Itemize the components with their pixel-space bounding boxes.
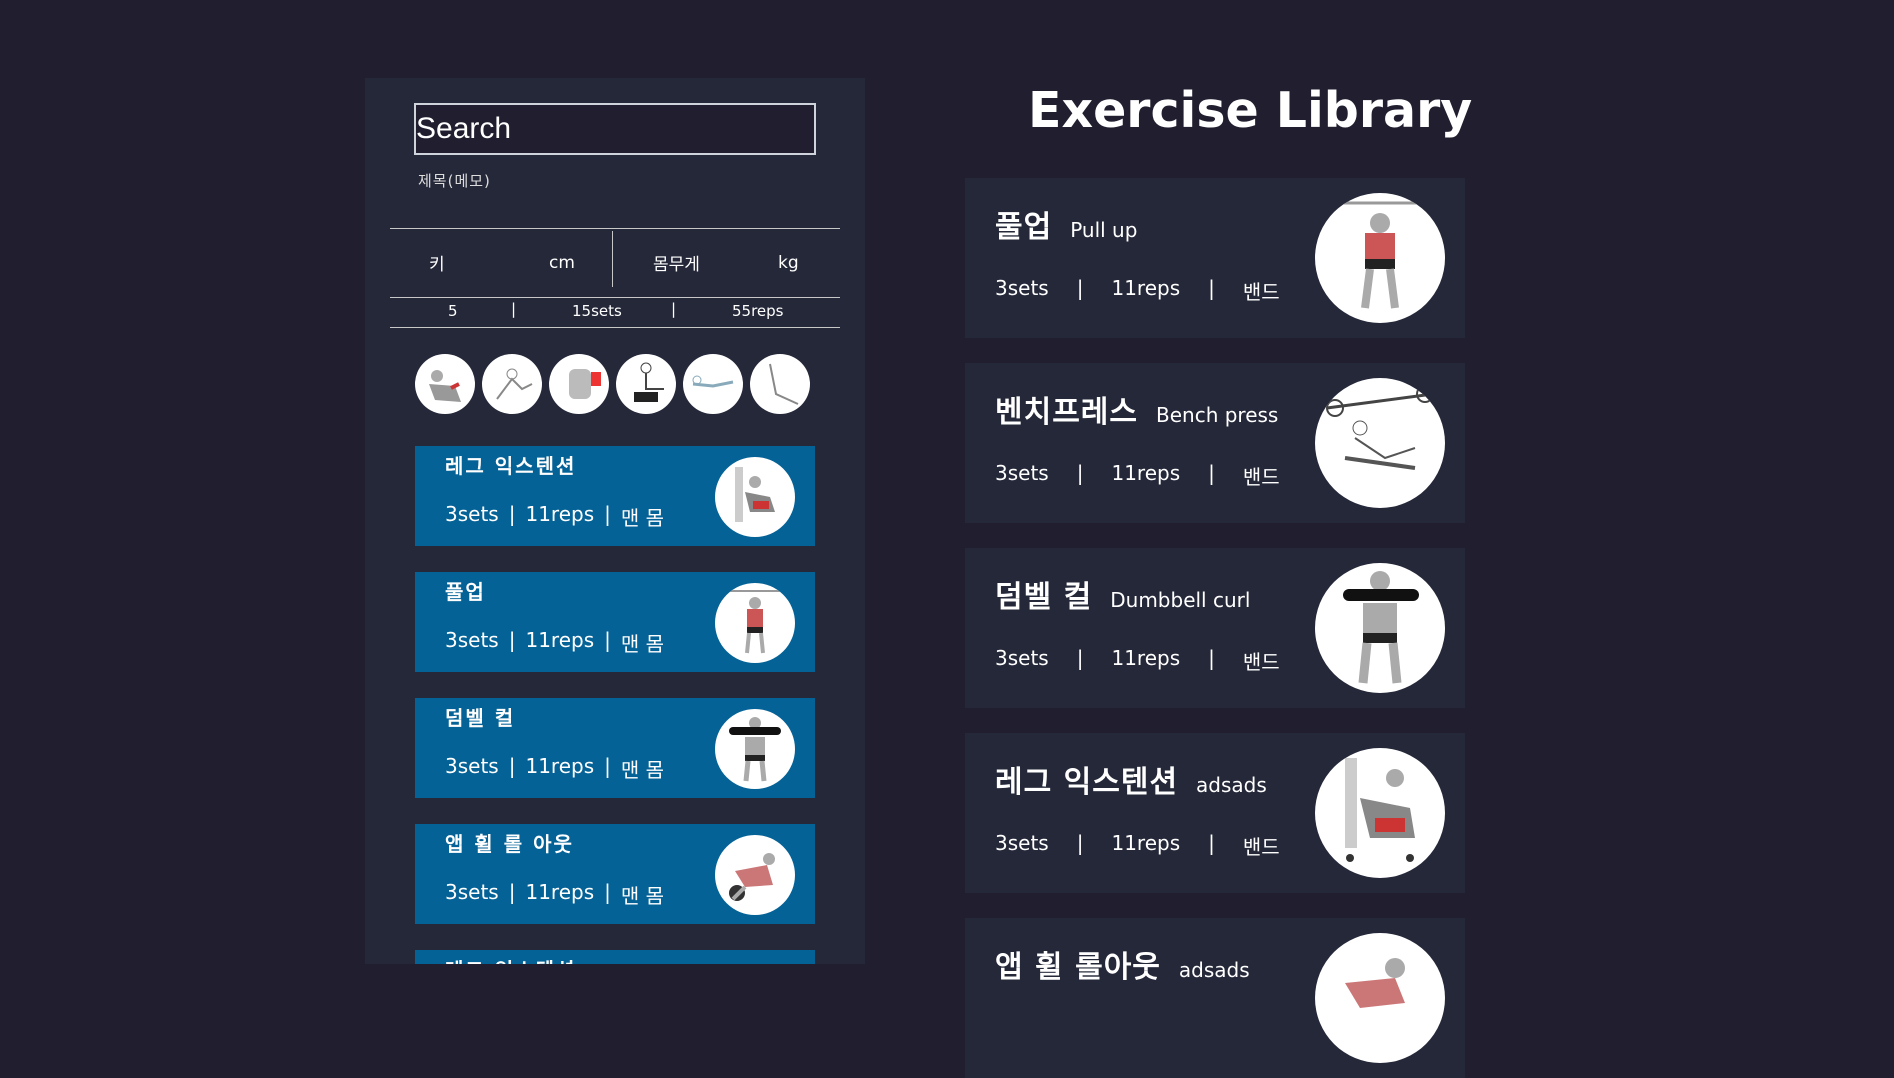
search-box[interactable] [414, 103, 816, 155]
separator: | [604, 502, 611, 526]
separator: | [1208, 646, 1215, 670]
routine-card[interactable]: 레그 익스텐션 [415, 950, 815, 964]
library-item-name: 풀업 [995, 210, 1053, 245]
routine-card-name: 앱 휠 롤 아웃 [445, 832, 574, 856]
weight-unit: kg [778, 253, 799, 273]
library-item-name: 덤벨 컬 [995, 580, 1093, 615]
separator: | [1076, 831, 1084, 855]
library-item[interactable]: 풀업 Pull up 3sets | 11reps | 밴드 [965, 178, 1465, 338]
library-item-english-name: Bench press [1156, 403, 1279, 427]
routine-card-sets: 3sets [445, 880, 499, 904]
divider [390, 228, 840, 229]
library-item-sets: 3sets [995, 646, 1049, 670]
library-item-english-name: Dumbbell curl [1110, 588, 1251, 612]
leg-extension-image [715, 457, 795, 537]
search-input[interactable] [416, 105, 814, 153]
separator: | [1208, 276, 1215, 300]
routine-card-reps: 11reps [525, 880, 595, 904]
library-item-name: 레그 익스텐션 [995, 765, 1179, 800]
page-title: Exercise Library [1028, 82, 1473, 139]
dumbbell-curl-image [1315, 563, 1445, 693]
separator: | [604, 880, 611, 904]
library-item-reps: 11reps [1111, 461, 1181, 485]
routine-card-name: 레그 익스텐션 [445, 954, 576, 964]
exercise-thumbnails [415, 354, 810, 414]
library-item-equipment: 밴드 [1242, 465, 1280, 489]
height-unit: cm [549, 253, 575, 273]
routine-panel: 제목(메모) 키 cm 몸무게 kg 5 | 15sets | 55reps 레… [365, 78, 865, 964]
separator: | [604, 628, 611, 652]
separator: | [1208, 831, 1215, 855]
height-label: 키 [429, 255, 445, 275]
library-item[interactable]: 앱 휠 롤아웃 adsads [965, 918, 1465, 1078]
stretch-thumb[interactable] [750, 354, 810, 414]
routine-card[interactable]: 풀업 3sets | 11reps | 맨 몸 [415, 572, 815, 672]
routine-card-name: 풀업 [445, 580, 486, 604]
bench-press-image [1315, 378, 1445, 508]
divider [390, 327, 840, 328]
divider [390, 297, 840, 298]
separator: | [604, 754, 611, 778]
separator: | [511, 300, 517, 318]
leg-extension-thumb[interactable] [415, 354, 475, 414]
ab-wheel-rollout-image [1315, 933, 1445, 1063]
separator: | [671, 300, 677, 318]
bench-thumb[interactable] [683, 354, 743, 414]
separator: | [1076, 276, 1084, 300]
library-item-sets: 3sets [995, 461, 1049, 485]
routine-card[interactable]: 덤벨 컬 3sets | 11reps | 맨 몸 [415, 698, 815, 798]
routine-card-reps: 11reps [525, 502, 595, 526]
ab-wheel-rollout-image [715, 835, 795, 915]
library-item-name: 벤치프레스 [995, 395, 1138, 430]
library-item-equipment: 밴드 [1242, 280, 1280, 304]
divider [612, 231, 613, 287]
separator: | [1076, 646, 1084, 670]
separator: | [1076, 461, 1084, 485]
library-item-reps: 11reps [1111, 276, 1181, 300]
routine-card-name: 덤벨 컬 [445, 706, 516, 730]
library-item-reps: 11reps [1111, 831, 1181, 855]
library-item[interactable]: 덤벨 컬 Dumbbell curl 3sets | 11reps | 밴드 [965, 548, 1465, 708]
routine-card-reps: 11reps [525, 628, 595, 652]
routine-card-equipment: 맨 몸 [620, 506, 665, 530]
library-item-equipment: 밴드 [1242, 835, 1280, 859]
pull-up-image [1315, 193, 1445, 323]
dumbbell-curl-image [715, 709, 795, 789]
library-item-name: 앱 휠 롤아웃 [995, 950, 1161, 985]
separator: | [1208, 461, 1215, 485]
summary-sets: 15sets [572, 302, 622, 320]
library-item-english-name: adsads [1178, 958, 1250, 982]
routine-card-sets: 3sets [445, 754, 499, 778]
library-item[interactable]: 레그 익스텐션 adsads 3sets | 11reps | 밴드 [965, 733, 1465, 893]
library-item-sets: 3sets [995, 831, 1049, 855]
back-muscle-thumb[interactable] [549, 354, 609, 414]
separator: | [508, 502, 516, 526]
routine-card[interactable]: 레그 익스텐션 3sets | 11reps | 맨 몸 [415, 446, 815, 546]
separator: | [508, 880, 516, 904]
summary-reps: 55reps [732, 302, 784, 320]
routine-card-sets: 3sets [445, 502, 499, 526]
library-item-sets: 3sets [995, 276, 1049, 300]
leg-press-thumb[interactable] [616, 354, 676, 414]
library-item-english-name: adsads [1196, 773, 1267, 797]
routine-card-equipment: 맨 몸 [620, 632, 665, 656]
pull-up-image [715, 583, 795, 663]
library-item-reps: 11reps [1111, 646, 1181, 670]
routine-card[interactable]: 앱 휠 롤 아웃 3sets | 11reps | 맨 몸 [415, 824, 815, 924]
routine-card-name: 레그 익스텐션 [445, 454, 577, 478]
separator: | [508, 628, 516, 652]
routine-card-reps: 11reps [525, 754, 595, 778]
memo-label: 제목(메모) [418, 172, 491, 190]
library-item[interactable]: 벤치프레스 Bench press 3sets | 11reps | 밴드 [965, 363, 1465, 523]
weight-label: 몸무게 [653, 255, 700, 275]
leg-extension-image [1315, 748, 1445, 878]
routine-card-sets: 3sets [445, 628, 499, 652]
library-item-equipment: 밴드 [1242, 650, 1280, 674]
squat-thumb[interactable] [482, 354, 542, 414]
summary-count: 5 [448, 302, 458, 320]
routine-card-equipment: 맨 몸 [620, 758, 665, 782]
library-item-english-name: Pull up [1070, 218, 1138, 242]
separator: | [508, 754, 516, 778]
routine-card-equipment: 맨 몸 [620, 884, 665, 908]
